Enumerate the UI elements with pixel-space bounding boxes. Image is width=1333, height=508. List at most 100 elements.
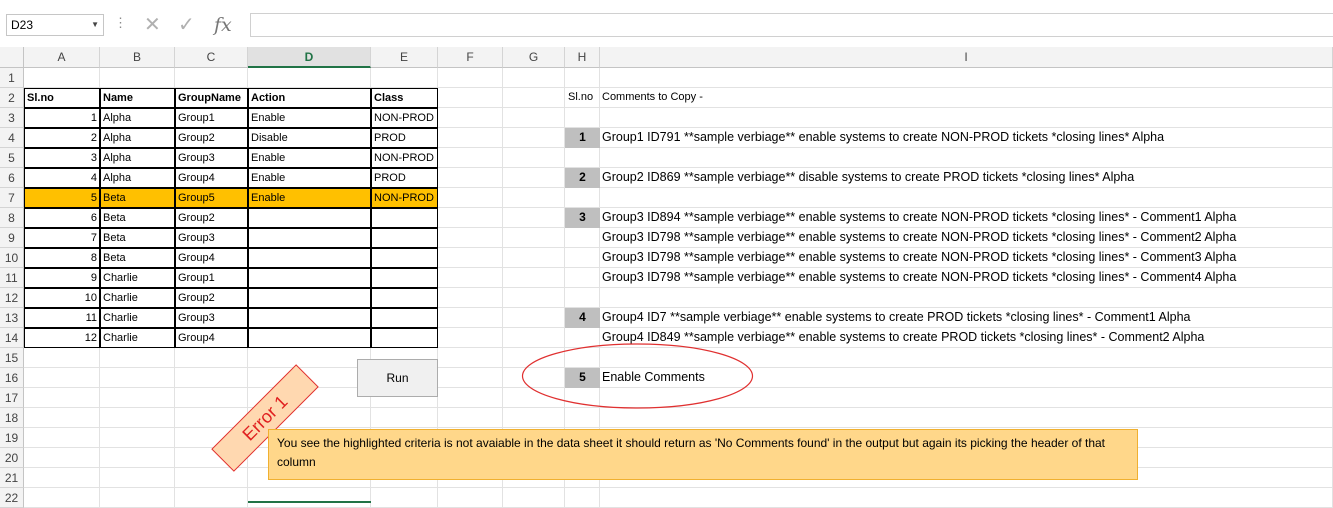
row-header-7[interactable]: 7	[0, 188, 24, 208]
formula-input[interactable]	[250, 13, 1333, 37]
run-button[interactable]: Run	[357, 359, 438, 397]
table-cell[interactable]: NON-PROD	[371, 148, 438, 168]
table-cell[interactable]: NON-PROD	[371, 108, 438, 128]
enter-icon[interactable]: ✓	[178, 12, 195, 38]
table-cell[interactable]: Alpha	[100, 148, 175, 168]
output-number-cell[interactable]: 1	[565, 128, 600, 148]
table-cell[interactable]: 12	[24, 328, 100, 348]
output-comment-cell[interactable]: Group3 ID798 **sample verbiage** enable …	[600, 248, 1333, 268]
column-header-h[interactable]: H	[565, 47, 600, 68]
column-header-a[interactable]: A	[24, 47, 100, 68]
output-number-cell[interactable]: 2	[565, 168, 600, 188]
table-cell[interactable]: Charlie	[100, 288, 175, 308]
column-header-i[interactable]: I	[600, 47, 1333, 68]
table-cell[interactable]: 1	[24, 108, 100, 128]
table-cell[interactable]: Enable	[248, 168, 371, 188]
row-header-2[interactable]: 2	[0, 88, 24, 108]
row-header-14[interactable]: 14	[0, 328, 24, 348]
table-cell[interactable]	[248, 228, 371, 248]
table-cell[interactable]: 7	[24, 228, 100, 248]
function-icon[interactable]: fx	[214, 12, 232, 38]
table-cell[interactable]: 8	[24, 248, 100, 268]
table-cell[interactable]: Group2	[175, 208, 248, 228]
column-header-f[interactable]: F	[438, 47, 503, 68]
table-cell[interactable]: Group4	[175, 328, 248, 348]
table-cell[interactable]: Charlie	[100, 308, 175, 328]
highlighted-cell[interactable]: 5	[24, 188, 100, 208]
table-header-cell[interactable]: Name	[100, 88, 175, 108]
output-number-cell[interactable]: 4	[565, 308, 600, 328]
table-cell[interactable]: Group3	[175, 228, 248, 248]
row-header-9[interactable]: 9	[0, 228, 24, 248]
table-cell[interactable]: 9	[24, 268, 100, 288]
table-cell[interactable]: Charlie	[100, 268, 175, 288]
table-cell[interactable]	[371, 308, 438, 328]
table-cell[interactable]	[248, 288, 371, 308]
table-cell[interactable]: Beta	[100, 248, 175, 268]
table-cell[interactable]: Group4	[175, 168, 248, 188]
table-cell[interactable]: Group1	[175, 108, 248, 128]
output-comment-cell[interactable]: Group3 ID798 **sample verbiage** enable …	[600, 268, 1333, 288]
table-header-cell[interactable]: GroupName	[175, 88, 248, 108]
highlighted-cell[interactable]: NON-PROD	[371, 188, 438, 208]
output-number-cell[interactable]: 3	[565, 208, 600, 228]
table-cell[interactable]: Group1	[175, 268, 248, 288]
row-header-5[interactable]: 5	[0, 148, 24, 168]
table-cell[interactable]	[371, 268, 438, 288]
table-cell[interactable]: Group2	[175, 288, 248, 308]
table-cell[interactable]	[248, 248, 371, 268]
table-cell[interactable]	[371, 228, 438, 248]
output-comment-cell[interactable]: Group1 ID791 **sample verbiage** enable …	[600, 128, 1333, 148]
highlighted-cell[interactable]: Group5	[175, 188, 248, 208]
table-cell[interactable]	[248, 308, 371, 328]
highlighted-cell[interactable]: Beta	[100, 188, 175, 208]
table-cell[interactable]: 10	[24, 288, 100, 308]
highlighted-cell[interactable]: Enable	[248, 188, 371, 208]
table-cell[interactable]: Beta	[100, 208, 175, 228]
column-header-g[interactable]: G	[503, 47, 565, 68]
row-header-6[interactable]: 6	[0, 168, 24, 188]
row-header-18[interactable]: 18	[0, 408, 24, 428]
row-header-22[interactable]: 22	[0, 488, 24, 508]
output-comment-cell[interactable]: Group2 ID869 **sample verbiage** disable…	[600, 168, 1333, 188]
row-header-10[interactable]: 10	[0, 248, 24, 268]
row-header-3[interactable]: 3	[0, 108, 24, 128]
row-header-1[interactable]: 1	[0, 68, 24, 88]
column-header-e[interactable]: E	[371, 47, 438, 68]
row-header-17[interactable]: 17	[0, 388, 24, 408]
table-cell[interactable]: Alpha	[100, 108, 175, 128]
table-cell[interactable]	[371, 288, 438, 308]
table-header-cell[interactable]: Action	[248, 88, 371, 108]
row-header-20[interactable]: 20	[0, 448, 24, 468]
row-header-21[interactable]: 21	[0, 468, 24, 488]
table-cell[interactable]: 6	[24, 208, 100, 228]
table-cell[interactable]: 2	[24, 128, 100, 148]
table-cell[interactable]	[248, 208, 371, 228]
table-cell[interactable]: Beta	[100, 228, 175, 248]
chevron-down-icon[interactable]: ▼	[91, 15, 99, 35]
row-header-4[interactable]: 4	[0, 128, 24, 148]
column-header-b[interactable]: B	[100, 47, 175, 68]
table-cell[interactable]: 11	[24, 308, 100, 328]
select-all-corner[interactable]	[0, 47, 24, 68]
row-header-16[interactable]: 16	[0, 368, 24, 388]
row-header-11[interactable]: 11	[0, 268, 24, 288]
row-header-19[interactable]: 19	[0, 428, 24, 448]
table-cell[interactable]: Group3	[175, 148, 248, 168]
cancel-icon[interactable]: ✕	[144, 12, 161, 38]
table-cell[interactable]: Group3	[175, 308, 248, 328]
row-header-8[interactable]: 8	[0, 208, 24, 228]
table-cell[interactable]: Enable	[248, 108, 371, 128]
output-comment-cell[interactable]: Group3 ID894 **sample verbiage** enable …	[600, 208, 1333, 228]
name-box[interactable]: D23 ▼	[6, 14, 104, 36]
table-header-cell[interactable]: Sl.no	[24, 88, 100, 108]
more-options-icon[interactable]: ⋮	[114, 15, 127, 31]
row-header-13[interactable]: 13	[0, 308, 24, 328]
output-header-comments[interactable]: Comments to Copy -	[600, 88, 1333, 108]
table-cell[interactable]: Group4	[175, 248, 248, 268]
output-header-slno[interactable]: Sl.no	[565, 88, 600, 108]
table-cell[interactable]	[248, 328, 371, 348]
table-header-cell[interactable]: Class	[371, 88, 438, 108]
table-cell[interactable]	[371, 248, 438, 268]
column-header-c[interactable]: C	[175, 47, 248, 68]
